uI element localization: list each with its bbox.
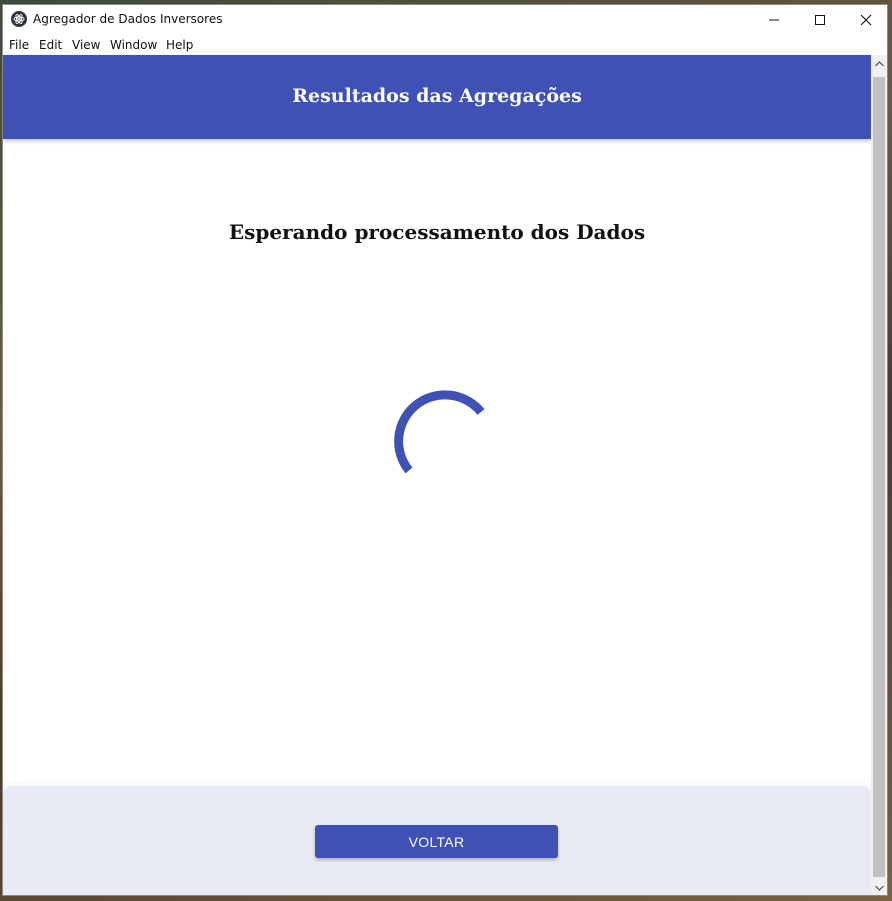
menu-file[interactable]: File bbox=[9, 38, 29, 52]
processing-status-text: Esperando processamento dos Dados bbox=[228, 220, 646, 244]
close-icon bbox=[860, 14, 872, 26]
scroll-up-button[interactable] bbox=[871, 55, 887, 72]
menu-edit[interactable]: Edit bbox=[39, 38, 62, 52]
loading-spinner bbox=[394, 390, 485, 474]
menu-view[interactable]: View bbox=[72, 38, 100, 52]
chevron-up-icon bbox=[875, 61, 884, 67]
window-title: Agregador de Dados Inversores bbox=[33, 12, 223, 26]
maximize-icon bbox=[815, 15, 825, 25]
chevron-down-icon bbox=[875, 885, 884, 891]
app-window: Agregador de Dados Inversores File Edit … bbox=[2, 4, 888, 896]
minimize-icon bbox=[769, 19, 779, 21]
vertical-scrollbar[interactable] bbox=[871, 55, 887, 895]
menu-bar: File Edit View Window Help bbox=[3, 35, 887, 55]
scrollbar-thumb[interactable] bbox=[873, 77, 885, 877]
footer-bar: VOLTAR bbox=[3, 786, 871, 895]
minimize-button[interactable] bbox=[751, 5, 797, 35]
app-header: Resultados das Agregações bbox=[3, 55, 871, 139]
title-bar[interactable]: Agregador de Dados Inversores bbox=[3, 5, 887, 35]
page-title: Resultados das Agregações bbox=[292, 85, 582, 107]
maximize-button[interactable] bbox=[797, 5, 843, 35]
menu-window[interactable]: Window bbox=[110, 38, 157, 52]
page-content: Resultados das Agregações Esperando proc… bbox=[3, 55, 871, 895]
scroll-down-button[interactable] bbox=[871, 879, 887, 895]
close-button[interactable] bbox=[843, 5, 887, 35]
app-icon bbox=[11, 11, 27, 27]
back-button[interactable]: VOLTAR bbox=[315, 825, 558, 858]
menu-help[interactable]: Help bbox=[166, 38, 193, 52]
